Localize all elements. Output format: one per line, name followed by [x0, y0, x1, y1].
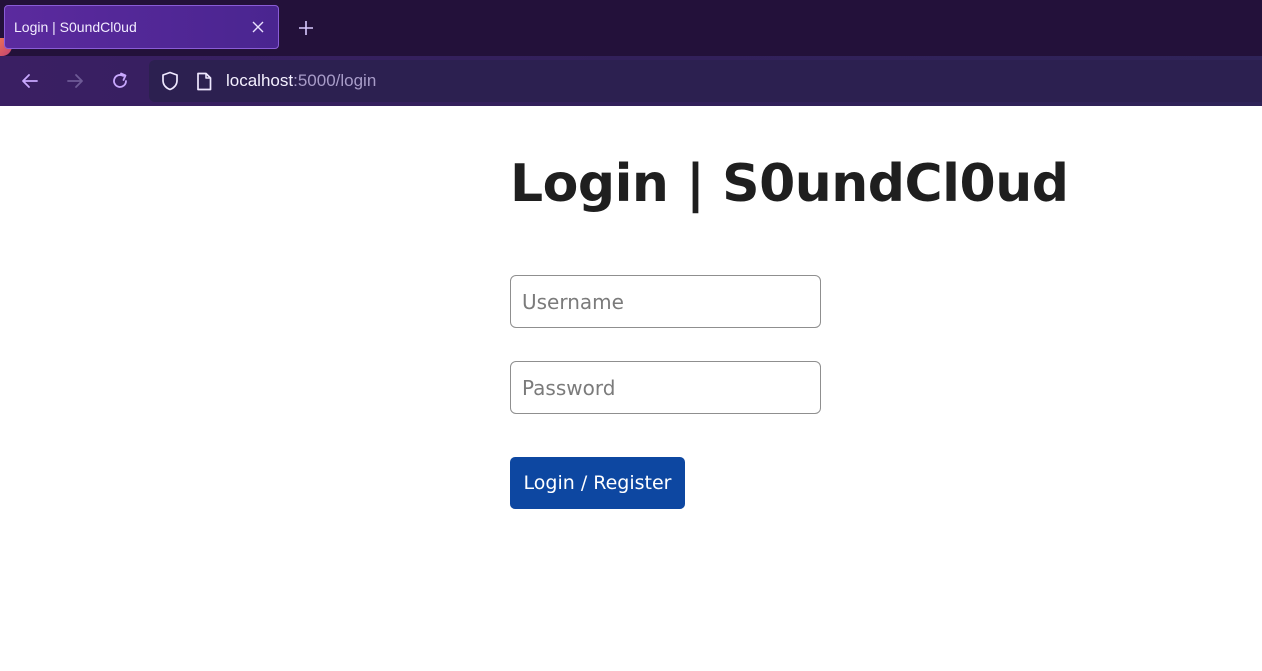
tab-strip: Login | S0undCl0ud	[0, 0, 1262, 56]
password-input[interactable]	[510, 361, 821, 414]
url-path: :5000/login	[293, 71, 377, 90]
username-input[interactable]	[510, 275, 821, 328]
url-text[interactable]: localhost:5000/login	[226, 71, 376, 91]
navigation-bar: localhost:5000/login	[0, 56, 1262, 106]
reload-icon[interactable]	[108, 69, 132, 93]
plus-icon[interactable]	[295, 17, 317, 39]
browser-chrome: Login | S0undCl0ud localhost:5000/login	[0, 0, 1262, 106]
tab-login[interactable]: Login | S0undCl0ud	[4, 5, 279, 49]
page-info-icon[interactable]	[193, 70, 215, 92]
close-icon[interactable]	[250, 19, 266, 35]
arrow-right-icon[interactable]	[63, 69, 87, 93]
tab-title: Login | S0undCl0ud	[14, 19, 137, 35]
arrow-left-icon[interactable]	[18, 69, 42, 93]
url-host: localhost	[226, 71, 294, 90]
page-title: Login | S0undCl0ud	[510, 154, 1069, 214]
page-content: Login | S0undCl0ud Login / Register	[0, 106, 1262, 671]
login-register-button[interactable]: Login / Register	[510, 457, 685, 509]
shield-icon[interactable]	[159, 70, 181, 92]
address-bar[interactable]: localhost:5000/login	[149, 60, 1262, 102]
